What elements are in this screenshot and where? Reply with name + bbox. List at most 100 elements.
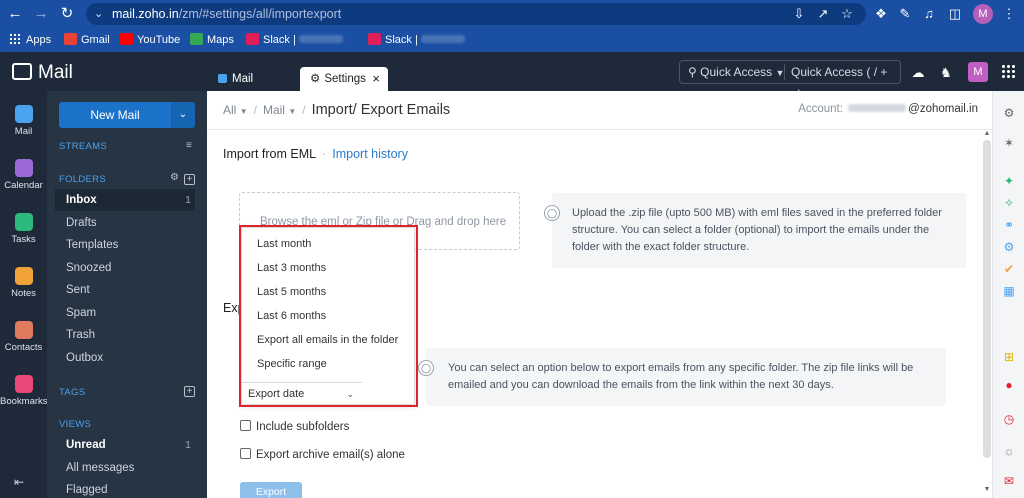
pen-extension-icon[interactable]: ✎	[896, 5, 914, 23]
site-info-icon[interactable]: ⌄	[94, 3, 103, 25]
forward-arrow-icon[interactable]: →	[30, 4, 52, 24]
streams-settings-icon[interactable]: ≡	[186, 140, 192, 151]
bookmark-star-icon[interactable]: ☆	[838, 5, 856, 23]
contacts-icon	[14, 321, 33, 339]
attachment-icon[interactable]: ✧	[1001, 195, 1017, 211]
integration-gear-icon[interactable]: ⚙	[1001, 239, 1017, 255]
unread-count: 1	[185, 439, 191, 451]
quick-access-dropdown[interactable]: ⚲ Quick Access ▼	[688, 61, 784, 84]
breadcrumb-all[interactable]: All ▼	[223, 103, 248, 117]
new-mail-button[interactable]: New Mail ⌄	[59, 102, 195, 128]
browser-menu-icon[interactable]: ⋮	[1000, 5, 1018, 23]
folder-inbox[interactable]: Inbox 1	[55, 189, 195, 211]
export-date-select[interactable]: Export date ⌄	[242, 382, 362, 404]
mail-icon	[14, 105, 33, 123]
checkmark-icon[interactable]: ✔	[1001, 261, 1017, 277]
divider	[784, 64, 785, 80]
rail-item-tasks[interactable]: Tasks	[0, 213, 47, 245]
rail-item-calendar[interactable]: Calendar	[0, 159, 47, 191]
option-last-5-months[interactable]: Last 5 months	[257, 284, 326, 300]
include-subfolders-checkbox[interactable]: Include subfolders	[240, 420, 349, 434]
folder-sent[interactable]: Sent	[55, 279, 195, 301]
bookmark-gmail[interactable]: Gmail	[64, 32, 110, 48]
view-flagged[interactable]: Flagged	[55, 479, 195, 498]
app-launcher-icon[interactable]	[1001, 64, 1015, 78]
scrollbar[interactable]	[983, 140, 991, 458]
slack-icon	[246, 33, 259, 45]
zia-icon[interactable]: ✶	[1001, 135, 1017, 151]
folder-templates[interactable]: Templates	[55, 234, 195, 256]
add-note-icon[interactable]: ⊞	[1001, 349, 1017, 365]
pin-icon[interactable]: ✦	[1001, 173, 1017, 189]
analytics-icon[interactable]: ▦	[1001, 283, 1017, 299]
scroll-down-arrow-icon[interactable]: ▼	[983, 486, 991, 493]
gear-icon: ⚙	[310, 73, 321, 85]
folders-heading[interactable]: FOLDERS	[59, 174, 106, 185]
archive-only-checkbox[interactable]: Export archive email(s) alone	[240, 448, 405, 462]
tab-settings[interactable]: ⚙ Settings ×	[300, 67, 388, 91]
media-control-icon[interactable]: ♫	[920, 5, 938, 23]
lightbulb-icon: ◯	[544, 205, 560, 221]
folder-settings-gear-icon[interactable]: ⚙	[170, 172, 179, 183]
streams-heading[interactable]: STREAMS	[59, 141, 107, 152]
folder-spam[interactable]: Spam	[55, 302, 195, 324]
rail-item-bookmarks[interactable]: Bookmarks	[0, 375, 48, 407]
view-unread[interactable]: Unread 1	[55, 434, 195, 456]
bell-icon[interactable]: ♞	[938, 65, 954, 81]
browser-profile-avatar[interactable]: M	[973, 4, 993, 24]
export-info-box: ◯ You can select an option below to expo…	[418, 348, 946, 406]
add-tag-plus-icon[interactable]: +	[184, 386, 195, 397]
link-icon[interactable]: ⚭	[1001, 217, 1017, 233]
collapse-sidebar-icon[interactable]: ⇤	[14, 475, 24, 489]
option-last-6-months[interactable]: Last 6 months	[257, 308, 326, 324]
breadcrumb-mail[interactable]: Mail ▼	[263, 103, 296, 117]
chevron-down-icon: ▼	[288, 107, 297, 116]
user-avatar[interactable]: M	[968, 62, 988, 82]
bookmark-apps[interactable]: Apps	[9, 32, 51, 48]
mail-logo[interactable]: Mail	[12, 62, 73, 84]
folder-snoozed[interactable]: Snoozed	[55, 257, 195, 279]
tab-mail[interactable]: Mail	[208, 67, 300, 91]
folder-outbox[interactable]: Outbox	[55, 347, 195, 369]
reload-icon[interactable]: ↻	[56, 4, 78, 24]
cloud-sync-icon[interactable]: ☁	[910, 65, 926, 81]
view-all-messages[interactable]: All messages	[55, 457, 195, 479]
extensions-puzzle-icon[interactable]: ❖	[872, 5, 890, 23]
alarm-clock-icon[interactable]: ◷	[1001, 411, 1017, 427]
quick-access-box: ⚲ Quick Access ▼ Quick Access ( / + q)	[679, 60, 901, 101]
settings-gear-icon[interactable]: ⚙	[1001, 105, 1017, 121]
new-mail-options-chevron-icon[interactable]: ⌄	[171, 102, 195, 128]
bookmark-youtube[interactable]: YouTube	[120, 32, 180, 48]
side-panel-icon[interactable]: ◫	[946, 5, 964, 23]
add-folder-plus-icon[interactable]: +	[184, 174, 195, 185]
rail-item-contacts[interactable]: Contacts	[0, 321, 47, 353]
option-export-all[interactable]: Export all emails in the folder	[257, 332, 398, 348]
folder-trash[interactable]: Trash	[55, 324, 195, 346]
bulb-icon[interactable]: ☼	[1001, 443, 1017, 459]
chat-icon[interactable]: ✉	[1001, 473, 1017, 489]
install-icon[interactable]: ⇩	[790, 5, 808, 23]
export-button[interactable]: Export	[240, 482, 302, 498]
bookmark-maps[interactable]: Maps	[190, 32, 234, 48]
rail-item-notes[interactable]: Notes	[0, 267, 47, 299]
option-specific-range[interactable]: Specific range	[257, 356, 327, 372]
scroll-up-arrow-icon[interactable]: ▲	[983, 130, 991, 137]
breadcrumb: All ▼ / Mail ▼ / Import/ Export Emails	[223, 102, 451, 118]
views-heading[interactable]: VIEWS	[59, 419, 91, 430]
option-last-3-months[interactable]: Last 3 months	[257, 260, 326, 276]
folder-sidebar: New Mail ⌄ STREAMS ≡ FOLDERS ⚙ + Inbox 1 …	[47, 91, 207, 498]
option-last-month[interactable]: Last month	[257, 236, 311, 252]
folder-drafts[interactable]: Drafts	[55, 212, 195, 234]
back-arrow-icon[interactable]: ←	[4, 4, 26, 24]
rail-item-mail[interactable]: Mail	[0, 105, 47, 137]
redacted-text	[298, 35, 343, 43]
share-icon[interactable]: ↗	[814, 5, 832, 23]
bookmark-slack-2[interactable]: Slack |	[368, 32, 465, 48]
bookmark-slack-1[interactable]: Slack |	[246, 32, 343, 48]
gmail-icon	[64, 33, 77, 45]
address-bar[interactable]: ⌄ mail.zoho.in/zm/#settings/all/importex…	[86, 3, 866, 25]
tags-heading[interactable]: TAGS	[59, 387, 85, 398]
import-history-link[interactable]: Import history	[332, 147, 408, 161]
contact-card-icon[interactable]: ●	[1001, 377, 1017, 393]
close-icon[interactable]: ×	[372, 67, 380, 91]
